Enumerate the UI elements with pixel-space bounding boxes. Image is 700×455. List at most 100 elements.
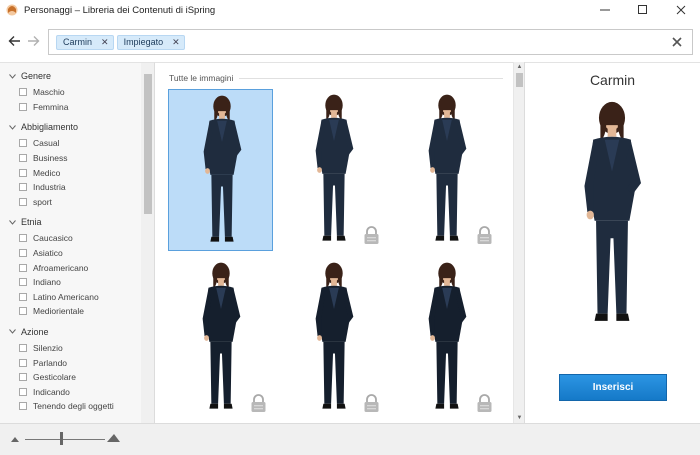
arrow-right-icon: [27, 36, 39, 46]
gallery-scroll-thumb[interactable]: [516, 73, 523, 87]
filter-checkbox[interactable]: [19, 88, 27, 97]
filter-checkbox[interactable]: [19, 154, 27, 163]
filter-checkbox[interactable]: [19, 168, 27, 177]
filter-checkbox[interactable]: [19, 307, 27, 316]
filter-checkbox[interactable]: [19, 183, 27, 192]
filter-group-header[interactable]: Azione: [0, 323, 141, 341]
close-button[interactable]: [662, 0, 700, 20]
filter-group-header[interactable]: Etnia: [0, 213, 141, 231]
minimize-button[interactable]: [586, 0, 624, 20]
character-thumbnail[interactable]: [281, 89, 386, 251]
scroll-down-icon[interactable]: ▼: [515, 414, 524, 422]
lock-icon: [363, 394, 380, 413]
filter-checkbox[interactable]: [19, 373, 27, 382]
search-tag[interactable]: Carmin ✕: [56, 34, 114, 50]
title-bar: Personaggi – Libreria dei Contenuti di i…: [0, 0, 700, 20]
sidebar-scroll-thumb[interactable]: [144, 74, 152, 214]
filter-checkbox[interactable]: [19, 234, 27, 243]
filter-option[interactable]: Maschio: [0, 85, 141, 100]
character-thumbnail[interactable]: [394, 257, 499, 419]
clear-search-button[interactable]: [670, 35, 684, 49]
zoom-slider-handle[interactable]: [60, 432, 63, 445]
forward-button[interactable]: [25, 33, 41, 49]
character-thumbnail[interactable]: [394, 89, 499, 251]
filter-option-label: Latino Americano: [33, 291, 99, 302]
zoom-slider-track[interactable]: [25, 439, 105, 440]
maximize-icon: [638, 5, 647, 14]
filter-option[interactable]: Latino Americano: [0, 290, 141, 305]
sidebar-scrollbar[interactable]: [141, 63, 154, 423]
filter-option-label: Medico: [33, 167, 61, 178]
filter-list: Genere Maschio Femmina Abbigliamento Casual B…: [0, 63, 141, 414]
filter-option[interactable]: Casual: [0, 136, 141, 151]
filter-option[interactable]: Industria: [0, 180, 141, 195]
filter-option[interactable]: Indicando: [0, 385, 141, 400]
search-tag[interactable]: Impiegato ✕: [116, 34, 185, 50]
filter-option-label: Mediorientale: [33, 306, 85, 317]
close-icon: [676, 5, 686, 15]
filter-option[interactable]: Business: [0, 151, 141, 166]
filter-checkbox[interactable]: [19, 263, 27, 272]
filter-checkbox[interactable]: [19, 292, 27, 301]
filter-checkbox[interactable]: [19, 402, 27, 411]
gallery-scrollbar[interactable]: ▲ ▼: [513, 62, 525, 423]
app-icon: [6, 4, 18, 16]
filter-option[interactable]: Parlando: [0, 355, 141, 370]
filter-option[interactable]: Silenzio: [0, 341, 141, 356]
filter-checkbox[interactable]: [19, 197, 27, 206]
filter-option[interactable]: Medico: [0, 165, 141, 180]
chevron-down-icon: [9, 72, 17, 80]
filter-option-label: Parlando: [33, 357, 68, 368]
zoom-out-icon[interactable]: [11, 436, 20, 443]
filter-group-label: Etnia: [21, 217, 42, 228]
filter-option[interactable]: Mediorientale: [0, 304, 141, 319]
chevron-down-icon: [9, 218, 17, 226]
filter-checkbox[interactable]: [19, 278, 27, 287]
filter-option[interactable]: sport: [0, 195, 141, 210]
search-field[interactable]: Carmin ✕ Impiegato ✕: [48, 29, 693, 55]
filter-option[interactable]: Gesticolare: [0, 370, 141, 385]
filter-option[interactable]: Asiatico: [0, 246, 141, 261]
filter-group: Genere Maschio Femmina: [0, 67, 141, 114]
character-thumbnail-selected[interactable]: [168, 89, 273, 251]
filter-checkbox[interactable]: [19, 344, 27, 353]
filter-option[interactable]: Indiano: [0, 275, 141, 290]
filter-group: Azione Silenzio Parlando Gesticolare Indican…: [0, 323, 141, 414]
filter-checkbox[interactable]: [19, 387, 27, 396]
character-image: [315, 94, 354, 241]
filter-group-header[interactable]: Genere: [0, 67, 141, 85]
preview-title: Carmin: [589, 72, 636, 88]
back-button[interactable]: [6, 33, 22, 49]
window-title: Personaggi – Libreria dei Contenuti di i…: [24, 4, 216, 16]
maximize-button[interactable]: [624, 0, 662, 20]
filter-option-label: Femmina: [33, 101, 69, 112]
filter-checkbox[interactable]: [19, 358, 27, 367]
search-tag-label: Impiegato: [123, 37, 164, 47]
filter-checkbox[interactable]: [19, 139, 27, 148]
filter-option-label: Caucasico: [33, 233, 73, 244]
filter-option[interactable]: Femmina: [0, 100, 141, 115]
chevron-down-icon: [9, 123, 17, 131]
clear-icon: [672, 37, 682, 47]
filter-group: Etnia Caucasico Asiatico Afroamericano India…: [0, 213, 141, 319]
status-bar: [0, 423, 700, 455]
filter-option[interactable]: Afroamericano: [0, 260, 141, 275]
filter-option[interactable]: Caucasico: [0, 231, 141, 246]
scroll-up-icon[interactable]: ▲: [515, 63, 524, 71]
filter-checkbox[interactable]: [19, 249, 27, 258]
character-thumbnail[interactable]: [281, 257, 386, 419]
filter-checkbox[interactable]: [19, 102, 27, 111]
filter-option-label: Casual: [33, 138, 60, 149]
remove-tag-icon[interactable]: ✕: [101, 37, 109, 48]
toolbar: Carmin ✕ Impiegato ✕: [0, 24, 700, 60]
filter-group-header[interactable]: Abbigliamento: [0, 118, 141, 136]
image-gallery: Tutte le immagini: [155, 62, 513, 423]
remove-tag-icon[interactable]: ✕: [172, 37, 180, 48]
filter-option[interactable]: Tenendo degli oggetti: [0, 399, 141, 414]
zoom-in-icon[interactable]: [107, 433, 121, 443]
preview-panel: Carmin Inserisci: [525, 62, 700, 423]
filter-option-label: Afroamericano: [33, 262, 89, 273]
character-thumbnail[interactable]: [168, 257, 273, 419]
filter-option-label: Maschio: [33, 87, 65, 98]
insert-button[interactable]: Inserisci: [559, 374, 667, 401]
